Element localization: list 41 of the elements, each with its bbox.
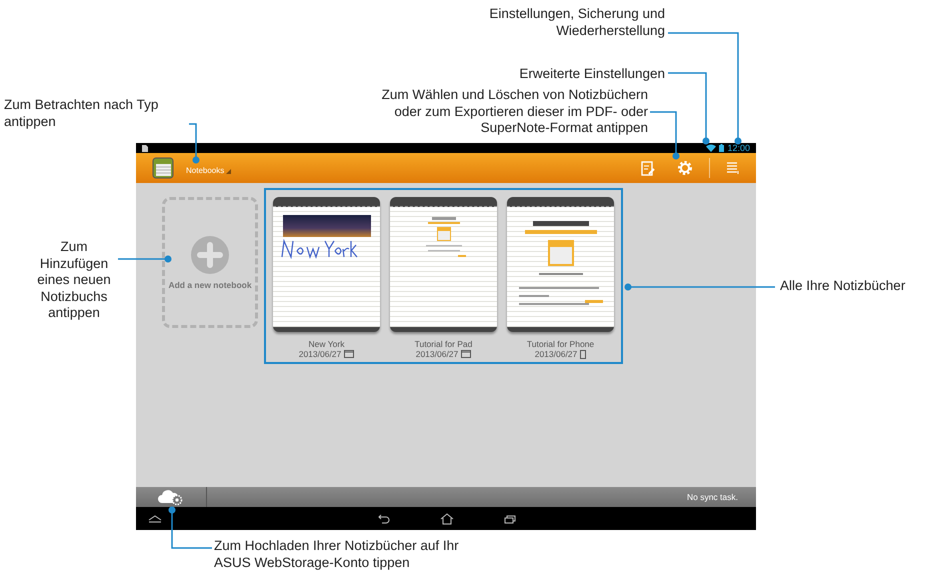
notebook-date: 2013/06/27: [298, 349, 342, 359]
callout-label: Zum Wählen und Löschen von Notizbüchern oder zum Exportieren dieser im PDF- oder SuperNote-Format antippen: [380, 87, 648, 136]
notebook-cover[interactable]: [390, 197, 497, 332]
battery-icon: [719, 144, 724, 152]
wifi-icon: [706, 144, 716, 152]
settings-icon[interactable]: [677, 160, 693, 176]
type-dropdown[interactable]: Notebooks: [184, 161, 234, 175]
cloud-settings-icon[interactable]: [158, 488, 184, 506]
leader-line: [189, 123, 200, 164]
callout-label: Erweiterte Einstellungen: [518, 66, 665, 82]
tablet-icon: [344, 350, 354, 358]
plus-icon: [191, 236, 229, 274]
notebook-cover[interactable]: [273, 197, 380, 332]
notebook-date: 2013/06/27: [534, 349, 578, 359]
notebook-name: New York: [308, 339, 344, 349]
back-icon[interactable]: [378, 514, 390, 524]
leader-line: [118, 256, 172, 262]
notebook-app-icon[interactable]: [152, 157, 174, 179]
notebook-name: Tutorial for Phone: [526, 339, 594, 349]
menu-icon[interactable]: [726, 161, 740, 175]
recent-apps-icon[interactable]: [504, 514, 516, 524]
home-icon[interactable]: [440, 512, 454, 524]
document-icon: [142, 144, 148, 152]
dropdown-corner-icon: [226, 169, 232, 174]
callout-label: Zum Betrachten nach Typ antippen: [4, 97, 160, 130]
add-notebook-tile[interactable]: Add a new notebook: [162, 197, 258, 328]
chevron-up-icon[interactable]: [148, 514, 162, 522]
sync-status: No sync task.: [686, 492, 739, 502]
callout-label: Zum Hochladen Ihrer Notizbücher auf Ihr ASUS WebStorage-Konto tippen: [214, 538, 460, 571]
add-notebook-label: Add a new notebook: [168, 280, 252, 290]
tablet-icon: [461, 350, 472, 358]
notebook-name: Tutorial for Pad: [414, 339, 472, 349]
callout-label: Alle Ihre Notizbücher: [780, 278, 906, 294]
edit-list-icon[interactable]: [641, 160, 655, 176]
notebook-cover[interactable]: [507, 197, 614, 332]
status-time: 12:00: [727, 143, 750, 153]
callout-label: Zum Hinzufügen eines neuen Notizbuchs antippen: [36, 239, 112, 322]
phone-icon: [580, 350, 586, 358]
leader-line: [168, 506, 212, 549]
callout-label: Einstellungen, Sicherung und Wiederherstellung: [488, 6, 665, 39]
notebook-date: 2013/06/27: [416, 349, 458, 359]
